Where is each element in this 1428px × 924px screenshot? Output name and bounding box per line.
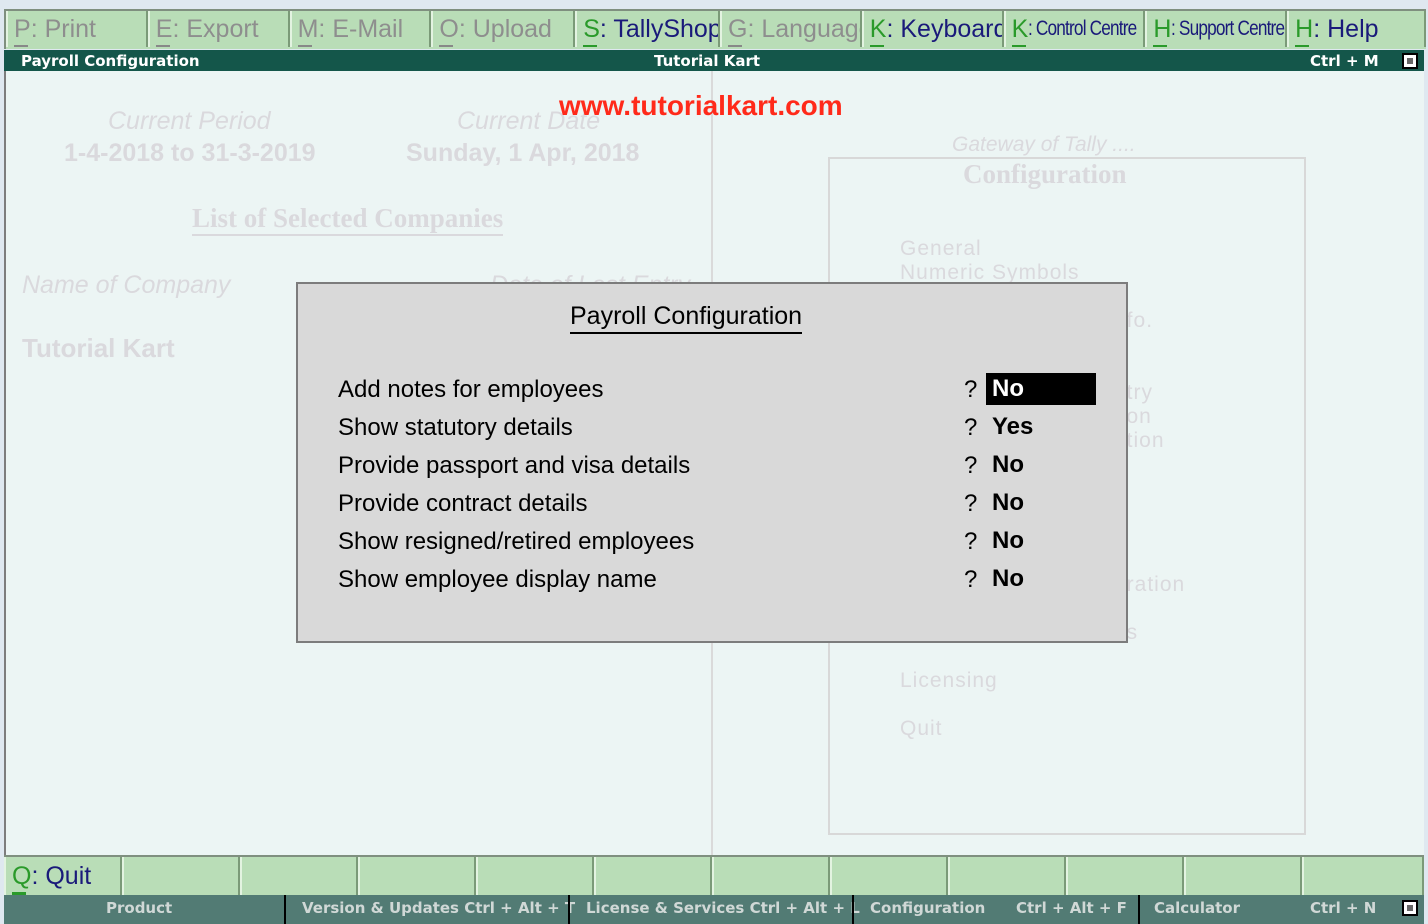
empty-button bbox=[830, 857, 948, 895]
display-name-field[interactable]: No bbox=[986, 563, 1096, 595]
gateway-subtitle: Configuration bbox=[963, 159, 1127, 189]
screen-title: Payroll Configuration bbox=[21, 52, 200, 70]
button-bar-bottom: Q: Quit bbox=[4, 855, 1424, 897]
print-button[interactable]: P: Print bbox=[6, 11, 148, 47]
empty-button bbox=[712, 857, 830, 895]
list-title: List of Selected Companies bbox=[192, 203, 504, 236]
statutory-details-field[interactable]: Yes bbox=[986, 411, 1096, 443]
current-date-value: Sunday, 1 Apr, 2018 bbox=[406, 139, 640, 167]
current-period-label: Current Period bbox=[108, 107, 271, 135]
contract-details-field[interactable]: No bbox=[986, 487, 1096, 519]
status-version-updates[interactable]: Version & Updates Ctrl + Alt + T bbox=[302, 895, 575, 924]
config-row: Show employee display name ? No bbox=[338, 563, 1098, 598]
config-row: Show resigned/retired employees ? No bbox=[338, 525, 1098, 560]
help-button[interactable]: H: Help bbox=[1287, 11, 1426, 47]
menu-quit[interactable]: Quit bbox=[900, 717, 943, 741]
empty-button bbox=[594, 857, 712, 895]
status-configuration[interactable]: Configuration bbox=[870, 895, 985, 924]
status-separator bbox=[284, 895, 286, 924]
status-calculator[interactable]: Calculator bbox=[1154, 895, 1240, 924]
keyboard-button[interactable]: K: Keyboard bbox=[861, 11, 1004, 47]
language-button[interactable]: G: Language bbox=[719, 11, 862, 47]
status-configuration-shortcut: Ctrl + Alt + F bbox=[1016, 899, 1127, 917]
title-bar: Payroll Configuration Tutorial Kart Ctrl… bbox=[4, 50, 1424, 71]
config-row: Show statutory details ? Yes bbox=[338, 411, 1098, 446]
add-notes-field[interactable]: No bbox=[986, 373, 1096, 405]
status-separator bbox=[1138, 895, 1140, 924]
empty-button bbox=[1302, 857, 1424, 895]
support-centre-button[interactable]: H: Support Centre bbox=[1145, 11, 1288, 47]
minimize-button[interactable] bbox=[1402, 53, 1418, 69]
status-bar: Product Version & Updates Ctrl + Alt + T… bbox=[4, 895, 1424, 924]
menu-general[interactable]: General bbox=[900, 237, 982, 261]
config-row: Add notes for employees ? No bbox=[338, 373, 1098, 408]
company-name[interactable]: Tutorial Kart bbox=[22, 333, 175, 364]
dialog-title: Payroll Configuration bbox=[570, 302, 803, 334]
title-shortcut: Ctrl + M bbox=[1310, 52, 1379, 70]
empty-button bbox=[476, 857, 594, 895]
resigned-employees-field[interactable]: No bbox=[986, 525, 1096, 557]
status-separator bbox=[568, 895, 570, 924]
button-bar-top: P: Print E: Export M: E-Mail O: Upload S… bbox=[4, 9, 1426, 49]
payroll-configuration-dialog: Payroll Configuration Add notes for empl… bbox=[296, 282, 1128, 643]
export-button[interactable]: E: Export bbox=[147, 11, 290, 47]
status-calculator-shortcut: Ctrl + N bbox=[1310, 899, 1377, 917]
gateway-title: Gateway of Tally .... bbox=[952, 133, 1136, 156]
status-license-services[interactable]: License & Services Ctrl + Alt + L bbox=[586, 895, 860, 924]
status-separator bbox=[852, 895, 854, 924]
empty-button bbox=[1066, 857, 1184, 895]
tallyshop-button[interactable]: S: TallyShop bbox=[575, 11, 720, 47]
config-row: Provide contract details ? No bbox=[338, 487, 1098, 522]
empty-button bbox=[240, 857, 358, 895]
empty-button bbox=[122, 857, 240, 895]
company-title: Tutorial Kart bbox=[654, 52, 761, 70]
empty-button bbox=[358, 857, 476, 895]
current-period-value: 1-4-2018 to 31-3-2019 bbox=[64, 139, 316, 167]
control-centre-button[interactable]: K: Control Centre bbox=[1003, 11, 1146, 47]
upload-button[interactable]: O: Upload bbox=[431, 11, 576, 47]
status-product[interactable]: Product bbox=[106, 895, 172, 924]
email-button[interactable]: M: E-Mail bbox=[289, 11, 432, 47]
calculator-toggle-button[interactable] bbox=[1402, 900, 1418, 916]
watermark: www.tutorialkart.com bbox=[559, 90, 843, 121]
col-name-header: Name of Company bbox=[22, 271, 231, 299]
empty-button bbox=[1184, 857, 1302, 895]
empty-button bbox=[948, 857, 1066, 895]
menu-licensing[interactable]: Licensing bbox=[900, 669, 998, 693]
config-row: Provide passport and visa details ? No bbox=[338, 449, 1098, 484]
passport-visa-field[interactable]: No bbox=[986, 449, 1096, 481]
quit-button[interactable]: Q: Quit bbox=[4, 857, 122, 895]
